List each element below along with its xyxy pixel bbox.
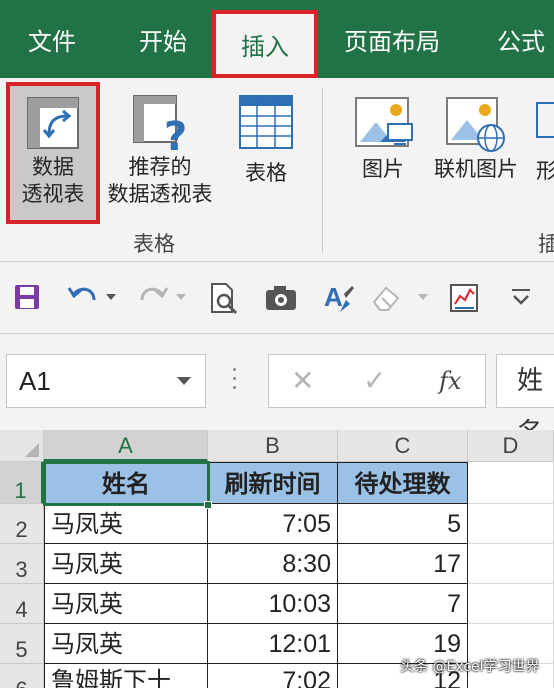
row-header-6[interactable]: 6 [0, 664, 44, 688]
row-header-4[interactable]: 4 [0, 584, 44, 624]
table-icon [239, 95, 293, 149]
camera-icon[interactable] [264, 282, 298, 312]
svg-text:?: ? [164, 114, 187, 154]
table-button[interactable]: 表格 [226, 82, 306, 224]
cell-a1[interactable]: 姓名 [44, 462, 208, 504]
group-label-tables: 表格 [133, 232, 175, 256]
formula-buttons: ✕ ✓ fx [268, 354, 486, 408]
row-header-2[interactable]: 2 [0, 504, 44, 544]
cell-d3[interactable] [468, 544, 554, 584]
ribbon-insert-panel: 数据 透视表 ? 推荐的 数据透视表 表格 表格 图片 联机图片 形 插 [0, 78, 554, 262]
cell-b1[interactable]: 刷新时间 [208, 462, 338, 504]
tab-page-layout[interactable]: 页面布局 [340, 22, 444, 62]
name-box-value: A1 [19, 366, 51, 396]
row-header-1[interactable]: 1 [0, 462, 44, 504]
cancel-icon[interactable]: ✕ [291, 361, 314, 401]
cell-d4[interactable] [468, 584, 554, 624]
cell-b6[interactable]: 7:02 [208, 664, 338, 688]
cell-d1[interactable] [468, 462, 554, 504]
online-picture-button[interactable]: 联机图片 [424, 82, 528, 224]
column-header-c[interactable]: C [338, 430, 468, 462]
group-label-illustrations: 插 [538, 232, 554, 256]
cell-a5[interactable]: 马凤英 [44, 624, 208, 664]
sparkline-icon[interactable] [448, 282, 480, 314]
cell-b4[interactable]: 10:03 [208, 584, 338, 624]
group-separator [322, 88, 323, 253]
pivot-table-button[interactable]: 数据 透视表 [6, 82, 100, 224]
worksheet-grid: A B C D 1 2 3 4 5 6 姓名 刷新时间 待处理数 马凤英 7:0… [0, 430, 554, 688]
tab-file[interactable]: 文件 [20, 22, 84, 62]
undo-icon[interactable] [66, 282, 100, 312]
recommended-pivot-label-1: 推荐的 [128, 155, 192, 179]
cell-c2[interactable]: 5 [338, 504, 468, 544]
save-icon[interactable] [12, 282, 42, 312]
cell-a6[interactable]: 鲁姆斯下十 [44, 664, 208, 688]
pivot-table-label-1: 数据 [32, 155, 74, 179]
cell-b3[interactable]: 8:30 [208, 544, 338, 584]
picture-label: 图片 [362, 157, 404, 181]
ribbon-tab-bar: 文件 开始 插入 页面布局 公式 [0, 0, 554, 78]
tab-formulas[interactable]: 公式 [488, 22, 554, 62]
cell-a4[interactable]: 马凤英 [44, 584, 208, 624]
picture-icon [355, 97, 413, 147]
cell-a3[interactable]: 马凤英 [44, 544, 208, 584]
recommended-pivot-label-2: 数据透视表 [107, 182, 213, 206]
svg-text:A: A [324, 282, 343, 312]
name-box-dropdown-icon[interactable] [177, 377, 191, 385]
tab-home[interactable]: 开始 [128, 22, 198, 62]
formula-bar-splitter[interactable] [232, 368, 238, 394]
cell-b5[interactable]: 12:01 [208, 624, 338, 664]
row-header-3[interactable]: 3 [0, 544, 44, 584]
recommended-pivot-button[interactable]: ? 推荐的 数据透视表 [100, 82, 220, 224]
formula-input[interactable]: 姓名 [496, 354, 554, 448]
table-label: 表格 [245, 161, 287, 185]
redo-icon[interactable] [136, 282, 170, 312]
eraser-dropdown-icon[interactable] [418, 294, 428, 300]
undo-dropdown-icon[interactable] [106, 294, 116, 300]
cell-c4[interactable]: 7 [338, 584, 468, 624]
quick-access-toolbar: A [0, 262, 554, 334]
enter-icon[interactable]: ✓ [363, 361, 386, 401]
select-all-icon [25, 443, 39, 457]
online-picture-icon [446, 97, 505, 152]
recommended-pivot-icon: ? [133, 95, 187, 154]
cell-c1[interactable]: 待处理数 [338, 462, 468, 504]
formula-bar: A1 ✕ ✓ fx 姓名 [0, 334, 554, 448]
print-preview-icon[interactable] [208, 282, 240, 316]
cell-c3[interactable]: 17 [338, 544, 468, 584]
column-header-b[interactable]: B [208, 430, 338, 462]
customize-dropdown-icon[interactable] [508, 286, 534, 308]
column-header-d[interactable]: D [468, 430, 554, 462]
tab-insert[interactable]: 插入 [212, 10, 318, 78]
select-all-button[interactable] [0, 430, 44, 462]
fill-handle[interactable] [204, 501, 212, 509]
redo-dropdown-icon[interactable] [176, 294, 186, 300]
format-painter-icon[interactable]: A [322, 282, 356, 316]
watermark: 头条 @Excel学习世界 [400, 659, 540, 675]
pivot-table-label-2: 透视表 [21, 182, 85, 206]
column-header-a[interactable]: A [44, 430, 208, 462]
row-header-5[interactable]: 5 [0, 624, 44, 664]
picture-button[interactable]: 图片 [350, 82, 416, 224]
insert-function-icon[interactable]: fx [439, 361, 461, 401]
shapes-icon [536, 102, 554, 138]
shapes-label: 形 [536, 159, 554, 183]
cell-d2[interactable] [468, 504, 554, 544]
cell-a2[interactable]: 马凤英 [44, 504, 208, 544]
pivot-table-icon [27, 97, 79, 149]
eraser-icon[interactable] [370, 282, 404, 314]
name-box[interactable]: A1 [6, 354, 206, 408]
cell-b2[interactable]: 7:05 [208, 504, 338, 544]
shapes-button-partial[interactable]: 形 [536, 82, 554, 224]
online-picture-label: 联机图片 [434, 157, 518, 181]
